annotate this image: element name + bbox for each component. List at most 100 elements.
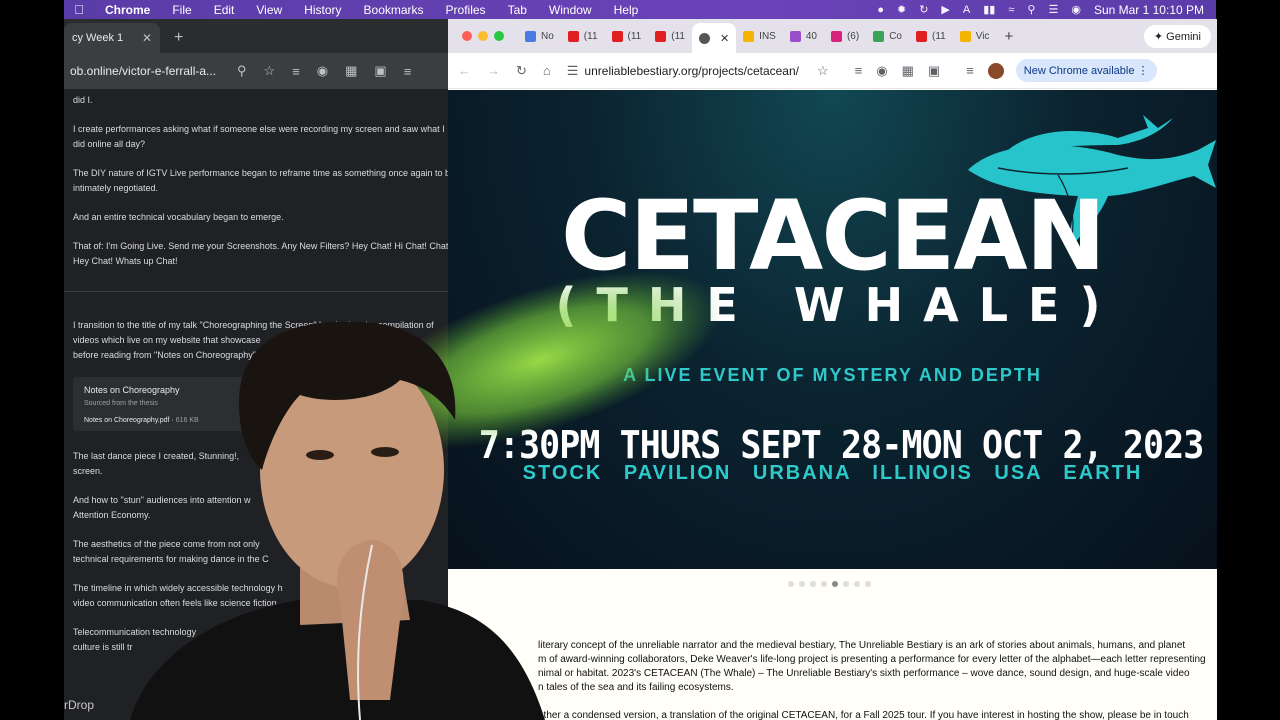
browser-tab-active[interactable]: ✕ [691, 23, 737, 53]
tab-title: (6) [846, 30, 860, 42]
carousel-dot[interactable] [821, 581, 827, 587]
menu-window[interactable]: Window [538, 3, 603, 17]
file-card-subtitle: Sourced from the thesis [84, 400, 158, 407]
gemini-button[interactable]: ✦ Gemini [1143, 24, 1211, 48]
browser-tab[interactable]: INS [736, 23, 783, 49]
screen:  Chrome File Edit View History Bookmark… [0, 0, 1280, 720]
browser-tab[interactable]: Vic [953, 23, 997, 49]
status-icons: ● ✹ ↻ ▶ A ▮▮ ≈ ⚲ ☰ ◉ Sun Mar 1 10:10 PM [877, 3, 1216, 17]
control-center-icon[interactable]: ☰ [1048, 3, 1058, 16]
search-icon[interactable]: ⚲ [1027, 3, 1035, 16]
extension-icon[interactable]: ◉ [876, 63, 887, 79]
close-window-button[interactable] [462, 31, 472, 41]
browser-tab[interactable]: Co [866, 23, 909, 49]
brightness-icon[interactable]: ✹ [897, 3, 906, 16]
carousel-dot[interactable] [843, 581, 849, 587]
back-icon[interactable]: ← [458, 63, 471, 78]
update-chrome-button[interactable]: New Chrome available ⋮ [1015, 59, 1157, 82]
browser-tab[interactable]: No [518, 23, 561, 49]
doc-line: video communication often feels like sci… [73, 598, 280, 608]
bookmark-star-icon[interactable]: ☆ [817, 63, 829, 79]
left-address-bar[interactable]: ob.online/victor-e-ferrall-a... [70, 64, 220, 78]
tab-title: No [541, 30, 554, 42]
menu-file[interactable]: File [161, 3, 202, 17]
lens-icon[interactable]: ▣ [928, 63, 940, 79]
tab-favicon-icon [655, 30, 667, 42]
puzzle-icon[interactable]: ▦ [902, 63, 914, 79]
apple-icon[interactable]:  [64, 2, 94, 17]
menu-edit[interactable]: Edit [203, 3, 246, 17]
carousel-dot[interactable] [854, 581, 860, 587]
reading-list-icon[interactable]: ≡ [855, 63, 863, 78]
menu-clock[interactable]: Sun Mar 1 10:10 PM [1094, 3, 1204, 17]
hero-title: CETACEAN [560, 180, 1106, 292]
sync-icon[interactable]: ↻ [919, 3, 928, 16]
menu-help[interactable]: Help [603, 3, 650, 17]
menu-profiles[interactable]: Profiles [435, 3, 497, 17]
media-control-icon[interactable]: ≡ [966, 63, 974, 78]
profile-avatar[interactable] [987, 62, 1004, 79]
lens-icon[interactable]: ▣ [374, 63, 386, 79]
carousel-indicator [788, 581, 871, 587]
reload-icon[interactable]: ↻ [516, 63, 527, 79]
bookmark-star-icon[interactable]: ☆ [264, 63, 276, 79]
site-settings-icon[interactable]: ☰ [567, 63, 579, 79]
tab-title: Co [889, 30, 902, 42]
extension-icon[interactable]: ◉ [317, 63, 328, 79]
carousel-dot[interactable] [865, 581, 871, 587]
airdrop-label[interactable]: rDrop [64, 698, 94, 712]
macos-menu-bar:  Chrome File Edit View History Bookmark… [64, 0, 1216, 19]
menu-bookmarks[interactable]: Bookmarks [353, 3, 435, 17]
file-attachment-card[interactable]: Notes on Choreography Sourced from the t… [73, 377, 273, 431]
address-bar[interactable]: unreliablebestiary.org/projects/cetacean… [584, 64, 799, 78]
doc-line: Hey Chat! Whats up Chat! [73, 256, 178, 266]
doc-line: before reading from "Notes on Choreograp… [73, 350, 256, 360]
carousel-dot[interactable] [788, 581, 794, 587]
doc-line: did I. [73, 95, 93, 105]
reading-list-icon[interactable]: ≡ [292, 64, 300, 79]
puzzle-icon[interactable]: ▦ [345, 63, 357, 79]
close-tab-icon[interactable]: ✕ [142, 31, 152, 45]
tab-favicon-icon [959, 30, 971, 42]
keyboard-icon[interactable]: A [963, 4, 970, 16]
browser-tab[interactable]: (11 [648, 23, 692, 49]
play-icon[interactable]: ▶ [941, 3, 949, 16]
carousel-dot[interactable] [810, 581, 816, 587]
new-tab-icon[interactable]: + [1004, 28, 1013, 45]
zoom-window-button[interactable] [494, 31, 504, 41]
wifi-icon[interactable]: ≈ [1008, 4, 1014, 16]
left-active-tab[interactable]: cy Week 1 ✕ [64, 23, 160, 53]
siri-icon[interactable]: ◉ [1071, 3, 1081, 16]
browser-tab[interactable]: (11 [561, 23, 605, 49]
menu-view[interactable]: View [245, 3, 293, 17]
tab-favicon-icon [789, 30, 801, 42]
menu-app-name[interactable]: Chrome [94, 3, 161, 17]
document-body: did I. I create performances asking what… [64, 89, 448, 655]
menu-tab[interactable]: Tab [497, 3, 538, 17]
browser-tab[interactable]: 40 [783, 23, 824, 49]
carousel-dot[interactable] [832, 581, 838, 587]
doc-line: And an entire technical vocabulary began… [73, 212, 284, 222]
right-tab-strip: No (11 (11 (11 ✕ INS 40 (6) Co (11 Vic + ✦ Gemini [448, 19, 1217, 53]
browser-tab[interactable]: (11 [909, 23, 953, 49]
record-icon[interactable]: ● [877, 4, 884, 16]
minimize-window-button[interactable] [478, 31, 488, 41]
menu-lines-icon[interactable]: ≡ [404, 64, 412, 79]
doc-line: I create performances asking what if som… [73, 124, 445, 134]
close-tab-icon[interactable]: ✕ [720, 32, 729, 45]
forward-icon[interactable]: → [487, 63, 500, 78]
tab-favicon-icon [830, 30, 842, 42]
new-tab-icon[interactable]: + [174, 29, 183, 53]
carousel-dot[interactable] [799, 581, 805, 587]
doc-line: Attention Economy. [73, 510, 151, 520]
battery-icon[interactable]: ▮▮ [983, 3, 995, 16]
browser-tab[interactable]: (6) [824, 23, 866, 49]
zoom-icon[interactable]: ⚲ [237, 63, 247, 79]
doc-line: intimately negotiated. [73, 183, 159, 193]
menu-history[interactable]: History [293, 3, 352, 17]
hero-date: 7:30PM THURS SEPT 28-MON OCT 2, 2023 [478, 423, 1205, 467]
home-icon[interactable]: ⌂ [543, 63, 551, 78]
browser-tab[interactable]: (11 [605, 23, 649, 49]
tab-title: (11 [583, 30, 598, 42]
article-text: literary concept of the unreliable narra… [538, 639, 1208, 720]
